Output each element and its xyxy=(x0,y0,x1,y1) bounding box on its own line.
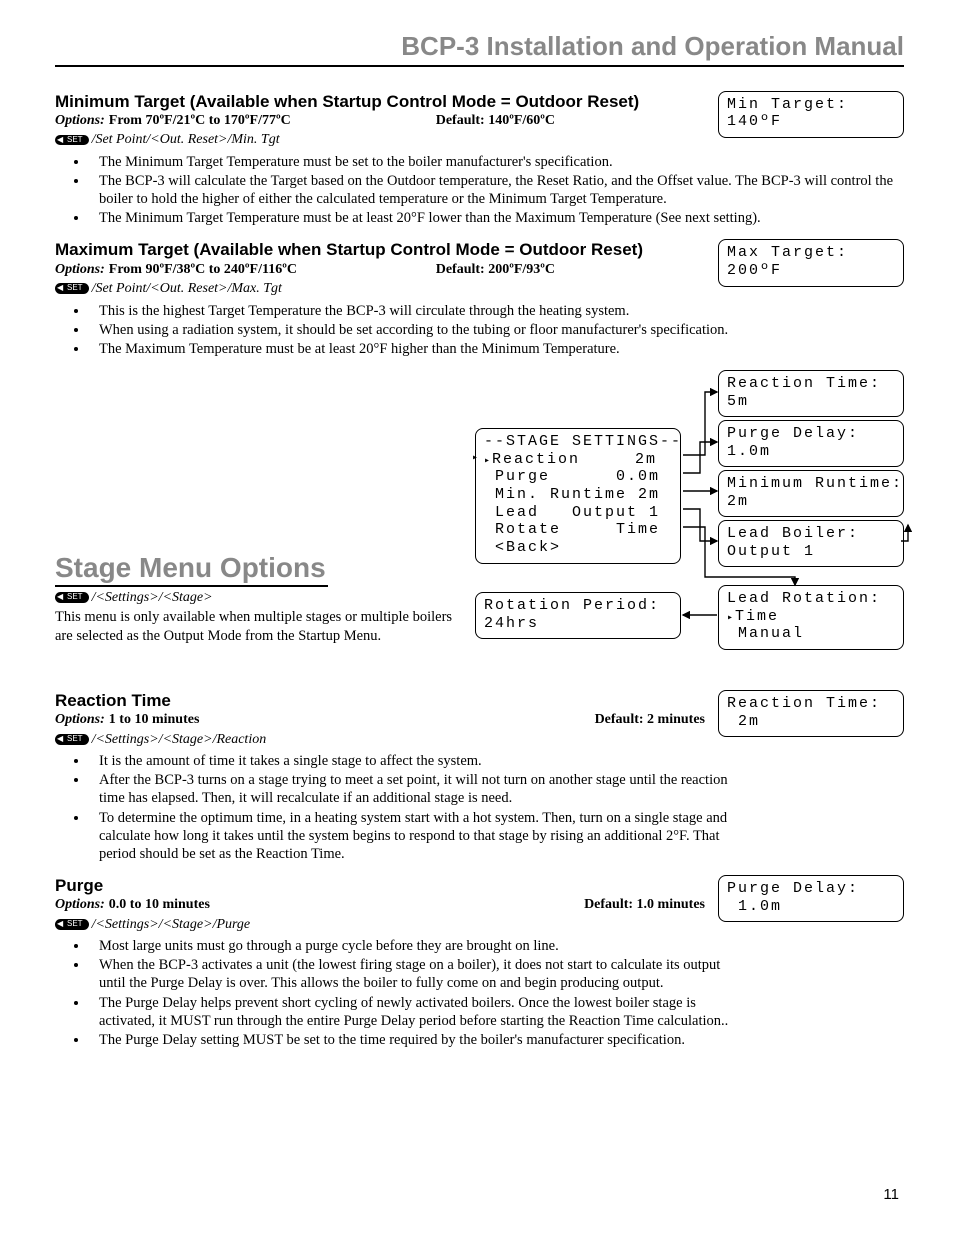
bullet: The BCP-3 will calculate the Target base… xyxy=(89,172,904,208)
reaction-lcd: Reaction Time: 5m xyxy=(718,370,904,417)
lcd-line: 2m xyxy=(727,493,895,511)
max-path: /Set Point/<Out. Reset>/Max. Tgt xyxy=(92,280,282,298)
lcd-line: Max Target: xyxy=(727,244,895,262)
lcd-line: 5m xyxy=(727,393,895,411)
lcd-line: 24hrs xyxy=(484,615,672,633)
purge-delay-lcd: Purge Delay: 1.0m xyxy=(718,875,904,922)
purge-path: /<Settings>/<Stage>/Purge xyxy=(92,916,251,934)
reaction-heading: Reaction Time xyxy=(55,690,705,711)
min-default: Default: 140ºF/60ºC xyxy=(436,112,555,130)
min-target-heading: Minimum Target (Available when Startup C… xyxy=(55,91,705,112)
react-path: /<Settings>/<Stage>/Reaction xyxy=(92,731,267,749)
lcd-line: Lead Rotation: xyxy=(727,590,895,608)
bullet: The Minimum Target Temperature must be s… xyxy=(89,153,904,171)
lcd-txt: Min. Runtime 2m xyxy=(495,486,660,503)
lcd-line: Output 1 xyxy=(727,543,895,561)
min-options-range: From 70ºF/21ºC to 170ºF/77ºC xyxy=(109,112,436,130)
lcd-line: ▸Purge 0.0m xyxy=(484,468,672,486)
lcd-line: 1.0m xyxy=(727,443,895,461)
lcd-txt: Time xyxy=(735,608,779,625)
max-options-range: From 90ºF/38ºC to 240ºF/116ºC xyxy=(109,261,436,279)
reaction-time-lcd: Reaction Time: 2m xyxy=(718,690,904,737)
set-icon: SET xyxy=(55,135,89,146)
lcd-txt: Reaction 2m xyxy=(492,451,657,468)
bullet: This is the highest Target Temperature t… xyxy=(89,302,904,320)
lcd-line: Min Target: xyxy=(727,96,895,114)
min-path: /Set Point/<Out. Reset>/Min. Tgt xyxy=(92,131,280,149)
purge-options-range: 0.0 to 10 minutes xyxy=(109,896,584,914)
lcd-line: ▸Lead Output 1 xyxy=(484,504,672,522)
lcd-txt: Rotate Time xyxy=(495,521,660,538)
leadboiler-lcd: Lead Boiler: Output 1 xyxy=(718,520,904,567)
stage-menu-path: /<Settings>/<Stage> xyxy=(92,589,213,607)
bullet: To determine the optimum time, in a heat… xyxy=(89,809,729,863)
lcd-line: ▸<Back> xyxy=(484,539,672,557)
set-icon: SET xyxy=(55,283,89,294)
lcd-line: Reaction Time: xyxy=(727,375,895,393)
set-icon: SET xyxy=(55,592,89,603)
bullet: When the BCP-3 activates a unit (the low… xyxy=(89,956,729,992)
purge-bullets: Most large units must go through a purge… xyxy=(55,937,729,1049)
purge-options-label: Options: xyxy=(55,896,105,914)
bullet: When using a radiation system, it should… xyxy=(89,321,904,339)
bullet: The Maximum Temperature must be at least… xyxy=(89,340,904,358)
lcd-line: ▸Min. Runtime 2m xyxy=(484,486,672,504)
lcd-line: ▸Time xyxy=(727,608,895,626)
max-target-heading: Maximum Target (Available when Startup C… xyxy=(55,239,705,260)
purge-default: Default: 1.0 minutes xyxy=(584,896,705,914)
lcd-line: Rotation Period: xyxy=(484,597,672,615)
leadrot-lcd: Lead Rotation: ▸Time ▸Manual xyxy=(718,585,904,650)
max-bullets: This is the highest Target Temperature t… xyxy=(55,302,904,358)
react-options-label: Options: xyxy=(55,711,105,729)
lcd-line: Lead Boiler: xyxy=(727,525,895,543)
bullet: The Purge Delay setting MUST be set to t… xyxy=(89,1031,729,1049)
lcd-line: 140ºF xyxy=(727,113,895,131)
lcd-txt: Manual xyxy=(738,625,804,642)
stage-menu-intro: This menu is only available when multipl… xyxy=(55,608,455,644)
lcd-line: ▸Rotate Time xyxy=(484,521,672,539)
lcd-line: Purge Delay: xyxy=(727,880,895,898)
max-target-lcd: Max Target: 200ºF xyxy=(718,239,904,286)
max-default: Default: 200ºF/93ºC xyxy=(436,261,555,279)
lcd-line: Minimum Runtime: xyxy=(727,475,895,493)
minrun-lcd: Minimum Runtime: 2m xyxy=(718,470,904,517)
lcd-txt: <Back> xyxy=(495,539,561,556)
lcd-txt: Lead Output 1 xyxy=(495,504,660,521)
bullet: The Purge Delay helps prevent short cycl… xyxy=(89,994,729,1030)
set-icon: SET xyxy=(55,919,89,930)
doc-title: BCP-3 Installation and Operation Manual xyxy=(55,30,904,67)
min-target-lcd: Min Target: 140ºF xyxy=(718,91,904,138)
max-options-label: Options: xyxy=(55,261,105,279)
purge-heading: Purge xyxy=(55,875,705,896)
bullet: The Minimum Target Temperature must be a… xyxy=(89,209,904,227)
lcd-line: Purge Delay: xyxy=(727,425,895,443)
min-bullets: The Minimum Target Temperature must be s… xyxy=(55,153,904,228)
react-options-range: 1 to 10 minutes xyxy=(109,711,595,729)
lcd-line: ▸Reaction 2m xyxy=(484,451,672,469)
page-number: 11 xyxy=(883,1186,899,1205)
lcd-line: 2m xyxy=(727,713,895,731)
purge-lcd: Purge Delay: 1.0m xyxy=(718,420,904,467)
min-options-label: Options: xyxy=(55,112,105,130)
stage-menu-heading: Stage Menu Options xyxy=(55,550,328,587)
bullet: After the BCP-3 turns on a stage trying … xyxy=(89,771,729,807)
react-bullets: It is the amount of time it takes a sing… xyxy=(55,752,729,863)
lcd-line: ▸Manual xyxy=(727,625,895,643)
bullet: Most large units must go through a purge… xyxy=(89,937,729,955)
rotperiod-lcd: Rotation Period: 24hrs xyxy=(475,592,681,639)
lcd-line: 1.0m xyxy=(727,898,895,916)
stage-settings-lcd: --STAGE SETTINGS-- ▸Reaction 2m ▸Purge 0… xyxy=(475,428,681,564)
bullet: It is the amount of time it takes a sing… xyxy=(89,752,729,770)
set-icon: SET xyxy=(55,734,89,745)
lcd-title: --STAGE SETTINGS-- xyxy=(484,433,672,451)
react-default: Default: 2 minutes xyxy=(595,711,705,729)
lcd-line: Reaction Time: xyxy=(727,695,895,713)
lcd-line: 200ºF xyxy=(727,262,895,280)
lcd-txt: Purge 0.0m xyxy=(495,468,660,485)
